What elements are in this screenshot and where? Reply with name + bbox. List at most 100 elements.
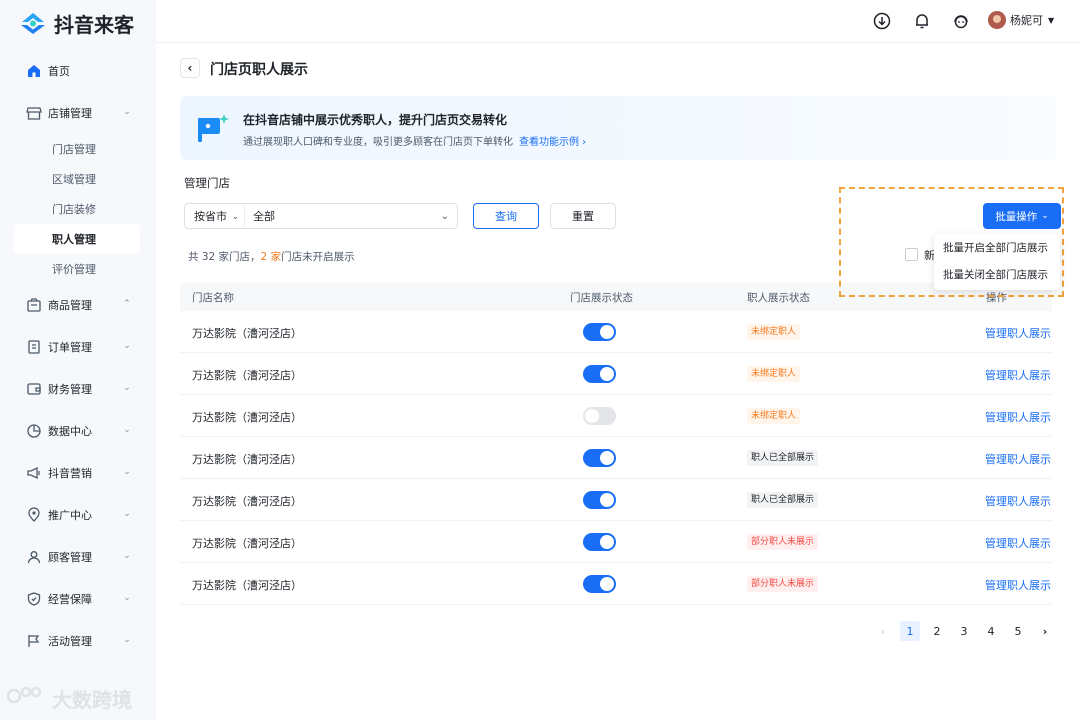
region-select[interactable]: 按省市 ⌄ bbox=[185, 204, 245, 228]
manage-staff-link[interactable]: 管理职人展示 bbox=[985, 367, 1051, 383]
chevron-down-icon: ⌄ bbox=[440, 210, 449, 222]
brand-logo[interactable]: 抖音来客 bbox=[18, 9, 134, 37]
staff-status-tag: 未绑定职人 bbox=[747, 408, 801, 424]
sidebar-item-label: 首页 bbox=[48, 65, 70, 78]
manage-staff-link[interactable]: 管理职人展示 bbox=[985, 577, 1051, 593]
store-display-toggle[interactable] bbox=[583, 575, 616, 593]
menu-item-enable-all[interactable]: 批量开启全部门店展示 bbox=[934, 234, 1060, 261]
prev-page-button[interactable]: ‹ bbox=[873, 621, 893, 641]
flag-sparkle-icon bbox=[196, 112, 230, 144]
region-select-value: 按省市 bbox=[194, 210, 227, 223]
user-name: 杨妮可 bbox=[1010, 14, 1043, 27]
data-icon bbox=[26, 423, 42, 439]
sidebar-item-6[interactable]: 抖音营销 ⌄ bbox=[14, 452, 140, 494]
user-menu[interactable]: 杨妮可 ▼ bbox=[988, 11, 1054, 29]
sidebar-item-4[interactable]: 财务管理 ⌄ bbox=[14, 368, 140, 410]
table-row: 万达影院（漕河泾店） 部分职人未展示 管理职人展示 bbox=[180, 521, 1052, 563]
bell-icon[interactable] bbox=[911, 10, 933, 32]
chevron-down-icon: ⌄ bbox=[123, 107, 131, 117]
page-button-4[interactable]: 4 bbox=[981, 621, 1001, 641]
sidebar: 抖音来客 首页店铺管理 ⌄ 门店管理 区域管理 门店装修 职人管理 评价管理商品管理 ⌃ 订单管… bbox=[0, 0, 156, 720]
store-name: 万达影院（漕河泾店） bbox=[192, 369, 302, 382]
sidebar-subitem-1-0[interactable]: 门店管理 bbox=[14, 134, 140, 164]
page-title: 门店页职人展示 bbox=[210, 62, 308, 78]
manage-staff-link[interactable]: 管理职人展示 bbox=[985, 493, 1051, 509]
staff-status-tag: 未绑定职人 bbox=[747, 366, 801, 382]
staff-status-tag: 职人已全部展示 bbox=[747, 450, 819, 466]
store-display-toggle[interactable] bbox=[583, 323, 616, 341]
manage-staff-link[interactable]: 管理职人展示 bbox=[985, 409, 1051, 425]
sidebar-item-5[interactable]: 数据中心 ⌄ bbox=[14, 410, 140, 452]
page-button-5[interactable]: 5 bbox=[1008, 621, 1028, 641]
customer-icon bbox=[26, 549, 42, 565]
batch-operation-label: 批量操作 bbox=[995, 210, 1038, 223]
store-name: 万达影院（漕河泾店） bbox=[192, 537, 302, 550]
query-button[interactable]: 查询 bbox=[473, 203, 539, 229]
download-icon[interactable] bbox=[871, 10, 893, 32]
sidebar-item-2[interactable]: 商品管理 ⌃ bbox=[14, 284, 140, 326]
filter-label: 管理门店 bbox=[184, 176, 230, 190]
toggle-knob bbox=[600, 367, 614, 381]
table-row: 万达影院（漕河泾店） 未绑定职人 管理职人展示 bbox=[180, 353, 1052, 395]
staff-status-tag: 部分职人未展示 bbox=[747, 576, 819, 592]
page-button-3[interactable]: 3 bbox=[954, 621, 974, 641]
sidebar-nav: 首页店铺管理 ⌄ 门店管理 区域管理 门店装修 职人管理 评价管理商品管理 ⌃ 订单管理 ⌄ 财务管… bbox=[14, 50, 140, 662]
watermark: 大数跨境 bbox=[6, 684, 132, 713]
chevron-up-icon: ⌃ bbox=[123, 299, 131, 309]
manage-staff-link[interactable]: 管理职人展示 bbox=[985, 535, 1051, 551]
chevron-down-icon: ⌄ bbox=[123, 593, 131, 603]
next-page-button[interactable]: › bbox=[1035, 621, 1055, 641]
sidebar-item-1[interactable]: 店铺管理 ⌄ bbox=[14, 92, 140, 134]
sidebar-subitem-1-1[interactable]: 区域管理 bbox=[14, 164, 140, 194]
page-button-1[interactable]: 1 bbox=[900, 621, 920, 641]
store-display-toggle[interactable] bbox=[583, 449, 616, 467]
table-row: 万达影院（漕河泾店） 职人已全部展示 管理职人展示 bbox=[180, 437, 1052, 479]
flag-icon bbox=[26, 633, 42, 649]
sidebar-item-9[interactable]: 经营保障 ⌄ bbox=[14, 578, 140, 620]
sidebar-item-8[interactable]: 顾客管理 ⌄ bbox=[14, 536, 140, 578]
home-icon bbox=[26, 63, 42, 79]
store-select[interactable]: 全部 ⌄ bbox=[245, 208, 457, 224]
store-name: 万达影院（漕河泾店） bbox=[192, 579, 302, 592]
staff-status-tag: 职人已全部展示 bbox=[747, 492, 819, 508]
sidebar-subitem-1-2[interactable]: 门店装修 bbox=[14, 194, 140, 224]
table-row: 万达影院（漕河泾店） 未绑定职人 管理职人展示 bbox=[180, 395, 1052, 437]
view-example-link[interactable]: 查看功能示例 › bbox=[519, 137, 586, 148]
batch-operation-button[interactable]: 批量操作 ⌄ bbox=[983, 203, 1061, 229]
banner-description: 通过展现职人口碑和专业度，吸引更多顾客在门店页下单转化 查看功能示例 › bbox=[243, 133, 586, 148]
manage-staff-link[interactable]: 管理职人展示 bbox=[985, 325, 1051, 341]
sidebar-item-label: 商品管理 bbox=[48, 299, 92, 312]
sidebar-item-label: 推广中心 bbox=[48, 509, 92, 522]
sidebar-item-10[interactable]: 活动管理 ⌄ bbox=[14, 620, 140, 662]
store-display-toggle[interactable] bbox=[583, 491, 616, 509]
sidebar-item-label: 店铺管理 bbox=[48, 107, 92, 120]
sidebar-item-0[interactable]: 首页 bbox=[14, 50, 140, 92]
menu-item-disable-all[interactable]: 批量关闭全部门店展示 bbox=[934, 261, 1060, 288]
caret-down-icon: ▼ bbox=[1048, 15, 1055, 25]
staff-status-tag: 未绑定职人 bbox=[747, 324, 801, 340]
toggle-knob bbox=[600, 535, 614, 549]
brand-name: 抖音来客 bbox=[54, 12, 134, 37]
sidebar-item-label: 经营保障 bbox=[48, 593, 92, 606]
store-display-toggle[interactable] bbox=[583, 407, 616, 425]
summary-highlight: 2 家 bbox=[260, 251, 282, 263]
toggle-knob bbox=[585, 409, 599, 423]
store-name: 万达影院（漕河泾店） bbox=[192, 327, 302, 340]
chevron-down-icon: ⌄ bbox=[123, 635, 131, 645]
customer-service-icon[interactable] bbox=[950, 10, 972, 32]
manage-staff-link[interactable]: 管理职人展示 bbox=[985, 451, 1051, 467]
page-button-2[interactable]: 2 bbox=[927, 621, 947, 641]
back-button[interactable]: ‹ bbox=[180, 58, 200, 78]
summary-suffix: 门店未开启展示 bbox=[281, 251, 355, 263]
goods-icon bbox=[26, 297, 42, 313]
store-display-toggle[interactable] bbox=[583, 365, 616, 383]
table-row: 万达影院（漕河泾店） 未绑定职人 管理职人展示 bbox=[180, 311, 1052, 353]
shield-icon bbox=[26, 591, 42, 607]
sidebar-item-label: 顾客管理 bbox=[48, 551, 92, 564]
sidebar-subitem-1-4[interactable]: 评价管理 bbox=[14, 254, 140, 284]
sidebar-subitem-1-3[interactable]: 职人管理 bbox=[14, 224, 140, 254]
store-display-toggle[interactable] bbox=[583, 533, 616, 551]
sidebar-item-3[interactable]: 订单管理 ⌄ bbox=[14, 326, 140, 368]
reset-button[interactable]: 重置 bbox=[550, 203, 616, 229]
sidebar-item-7[interactable]: 推广中心 ⌄ bbox=[14, 494, 140, 536]
